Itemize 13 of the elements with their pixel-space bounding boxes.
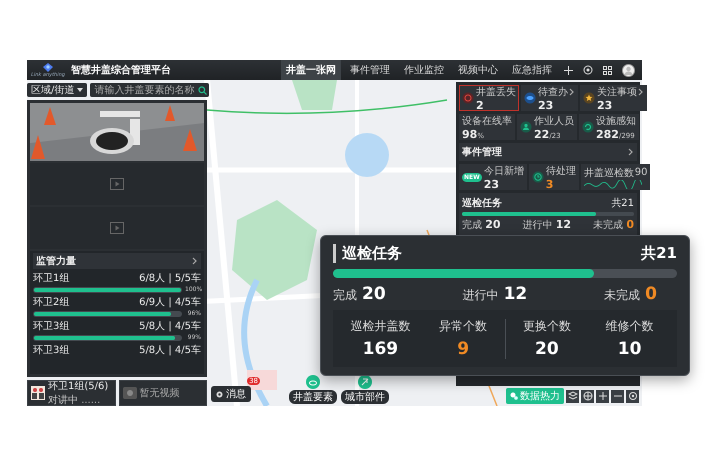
nav-tab[interactable]: 应急指挥 [507, 60, 557, 80]
app-title: 智慧井盖综合管理平台 [71, 63, 171, 77]
nav-tab[interactable]: 视频中心 [453, 60, 503, 80]
stat-value: 0 [645, 284, 657, 304]
nav-tab[interactable]: 事件管理 [345, 60, 395, 80]
total-label: 共21 [641, 244, 677, 263]
avatar-icon[interactable] [622, 64, 635, 76]
plus-icon[interactable] [564, 66, 573, 74]
nav-tab[interactable]: 作业监控 [399, 60, 449, 80]
settings-icon[interactable] [583, 65, 593, 75]
nav-tab[interactable]: 井盖一张网 [281, 60, 341, 80]
grid-icon[interactable] [603, 66, 612, 74]
logo-icon [43, 62, 53, 72]
